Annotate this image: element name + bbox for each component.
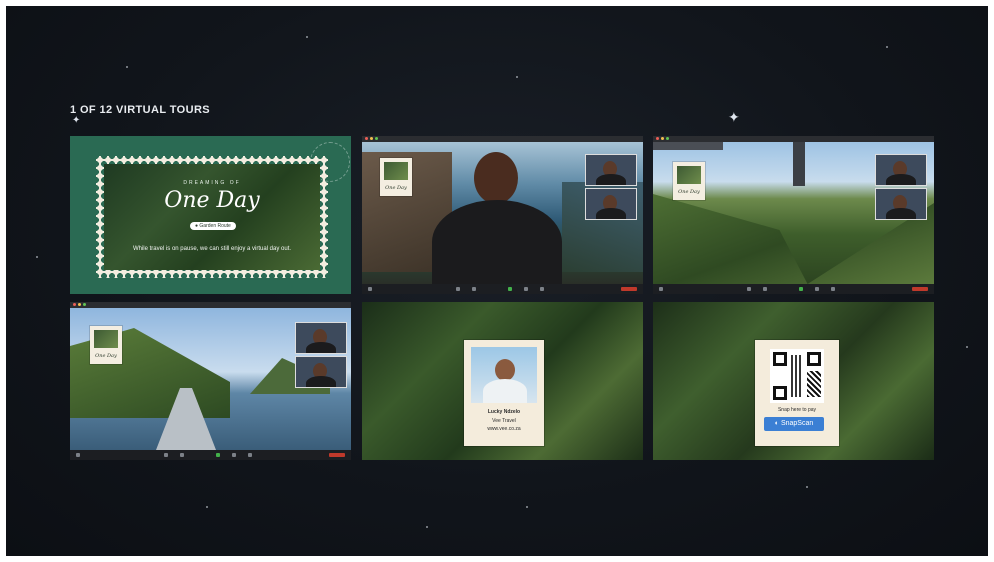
participant-thumbnail[interactable] bbox=[295, 356, 347, 388]
reactions-icon[interactable] bbox=[831, 287, 835, 291]
location-pill: ● Garden Route bbox=[190, 222, 236, 230]
participant-thumbnail[interactable] bbox=[875, 154, 927, 186]
meeting-controls bbox=[362, 284, 643, 294]
close-window-icon[interactable] bbox=[656, 137, 659, 140]
share-screen-icon[interactable] bbox=[508, 287, 512, 291]
reactions-icon[interactable] bbox=[248, 453, 252, 457]
guide-shirt bbox=[432, 200, 562, 284]
slide-tagline: While travel is on pause, we can still e… bbox=[132, 246, 292, 252]
guide-card: Lucky Ndzelo Vee Travel www.vee.co.za bbox=[464, 340, 544, 446]
video-view: One Day bbox=[653, 142, 934, 284]
participants-icon[interactable] bbox=[164, 453, 168, 457]
star bbox=[306, 36, 308, 38]
minimize-window-icon[interactable] bbox=[370, 137, 373, 140]
security-icon[interactable] bbox=[472, 287, 476, 291]
participant-thumbnail[interactable] bbox=[585, 188, 637, 220]
qr-code[interactable] bbox=[770, 349, 824, 403]
snapscan-logo-icon: ◐ bbox=[774, 420, 779, 427]
mini-stamp: One Day bbox=[380, 158, 412, 196]
security-icon[interactable] bbox=[180, 453, 184, 457]
star bbox=[526, 506, 528, 508]
snapscan-button[interactable]: ◐ SnapScan bbox=[764, 417, 824, 431]
pay-caption: Snap here to pay bbox=[777, 407, 817, 413]
guide-company: Vee Travel bbox=[492, 418, 516, 424]
video-call-window: One Day bbox=[70, 302, 351, 460]
star bbox=[426, 526, 428, 528]
slide-kicker: DREAMING OF bbox=[183, 180, 241, 186]
payment-card: Snap here to pay ◐ SnapScan bbox=[755, 340, 839, 446]
record-icon[interactable] bbox=[232, 453, 236, 457]
video-view: One Day bbox=[362, 142, 643, 284]
gondola-arm bbox=[793, 142, 805, 186]
participants-icon[interactable] bbox=[456, 287, 460, 291]
screen-backdrop: ✦ ✦ 1 OF 12 VIRTUAL TOURS DREAMING OF On… bbox=[6, 6, 988, 556]
slide-title: One Day bbox=[164, 188, 260, 213]
video-view: One Day bbox=[70, 308, 351, 450]
star bbox=[126, 66, 128, 68]
meeting-controls bbox=[70, 450, 351, 460]
mini-stamp: One Day bbox=[90, 326, 122, 364]
mini-stamp: One Day bbox=[673, 162, 705, 200]
video-call-window: One Day bbox=[653, 136, 934, 294]
star bbox=[36, 256, 38, 258]
close-window-icon[interactable] bbox=[73, 303, 76, 306]
participant-thumbnail[interactable] bbox=[875, 188, 927, 220]
security-icon[interactable] bbox=[763, 287, 767, 291]
end-meeting-button[interactable] bbox=[912, 287, 928, 291]
participant-thumbnail[interactable] bbox=[585, 154, 637, 186]
payment-panel: Snap here to pay ◐ SnapScan bbox=[653, 302, 934, 460]
slide-panel: DREAMING OF One Day ● Garden Route While… bbox=[70, 136, 351, 294]
end-meeting-button[interactable] bbox=[621, 287, 637, 291]
star bbox=[886, 46, 888, 48]
mute-icon[interactable] bbox=[368, 287, 372, 291]
star bbox=[516, 76, 518, 78]
meeting-controls bbox=[653, 284, 934, 294]
record-icon[interactable] bbox=[524, 287, 528, 291]
star bbox=[966, 346, 968, 348]
minimize-window-icon[interactable] bbox=[78, 303, 81, 306]
maximize-window-icon[interactable] bbox=[83, 303, 86, 306]
gondola-rig bbox=[653, 142, 723, 150]
map-pin-icon: ● bbox=[195, 223, 199, 229]
guide-card-panel: Lucky Ndzelo Vee Travel www.vee.co.za bbox=[362, 302, 643, 460]
snapscan-label: SnapScan bbox=[780, 420, 814, 427]
share-screen-icon[interactable] bbox=[799, 287, 803, 291]
guide-name: Lucky Ndzelo bbox=[487, 409, 521, 415]
mute-icon[interactable] bbox=[76, 453, 80, 457]
guide-head bbox=[474, 152, 518, 204]
minimize-window-icon[interactable] bbox=[661, 137, 664, 140]
video-call-window: One Day bbox=[362, 136, 643, 294]
guide-website[interactable]: www.vee.co.za bbox=[467, 426, 541, 433]
maximize-window-icon[interactable] bbox=[666, 137, 669, 140]
mute-icon[interactable] bbox=[659, 287, 663, 291]
close-window-icon[interactable] bbox=[365, 137, 368, 140]
sparkle-icon: ✦ bbox=[728, 109, 740, 125]
reactions-icon[interactable] bbox=[540, 287, 544, 291]
location-label: Garden Route bbox=[199, 223, 231, 229]
sparkle-icon: ✦ bbox=[72, 115, 81, 126]
participant-thumbnail[interactable] bbox=[295, 322, 347, 354]
share-screen-icon[interactable] bbox=[216, 453, 220, 457]
guide-photo bbox=[471, 347, 537, 403]
tour-count-heading: 1 OF 12 VIRTUAL TOURS bbox=[70, 104, 211, 116]
maximize-window-icon[interactable] bbox=[375, 137, 378, 140]
star bbox=[206, 506, 208, 508]
end-meeting-button[interactable] bbox=[329, 453, 345, 457]
star bbox=[806, 486, 808, 488]
record-icon[interactable] bbox=[815, 287, 819, 291]
participants-icon[interactable] bbox=[747, 287, 751, 291]
